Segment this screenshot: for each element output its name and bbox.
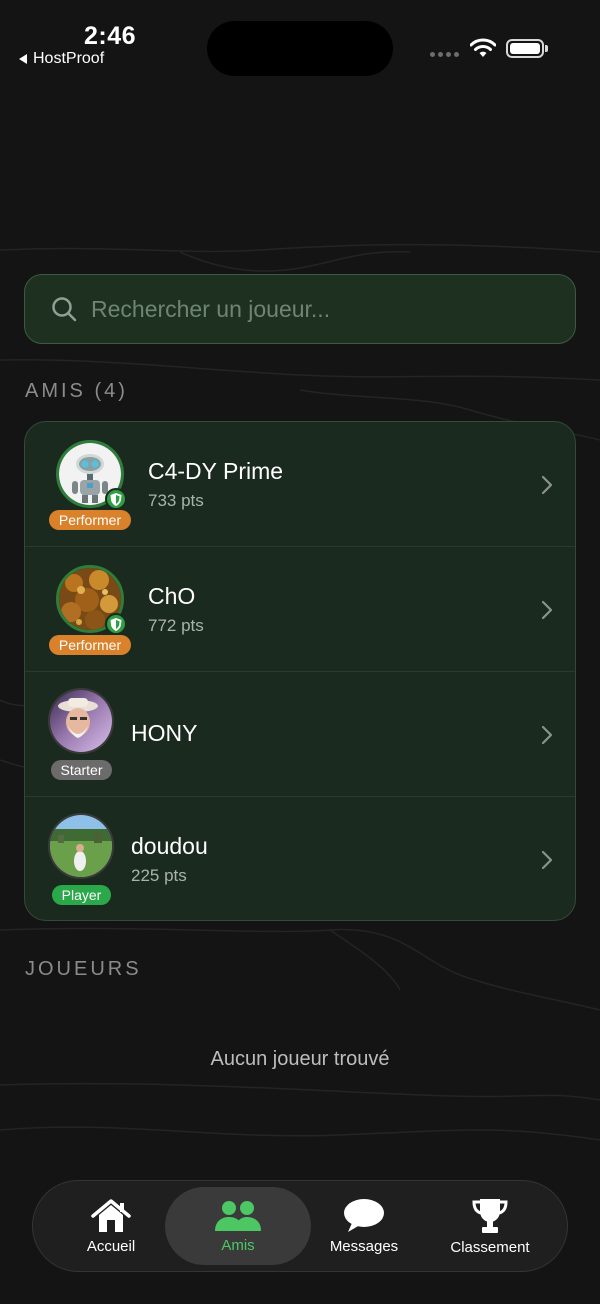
home-icon bbox=[91, 1198, 131, 1232]
tier-badge: Performer bbox=[49, 510, 131, 530]
empty-players-message: Aucun joueur trouvé bbox=[210, 1048, 390, 1070]
battery-cap bbox=[545, 45, 548, 52]
tab-accueil[interactable]: Accueil bbox=[71, 1187, 151, 1265]
chevron-right-icon bbox=[541, 600, 553, 620]
friends-icon bbox=[215, 1200, 261, 1231]
status-bar: 2:46 HostProof bbox=[0, 0, 600, 90]
back-arrow-icon bbox=[19, 54, 27, 64]
chat-bubble-icon bbox=[344, 1198, 384, 1232]
tab-bar: Accueil Amis Messages Classement bbox=[32, 1180, 568, 1272]
chevron-right-icon bbox=[541, 475, 553, 495]
tab-label: Accueil bbox=[86, 1237, 136, 1255]
tab-messages[interactable]: Messages bbox=[321, 1187, 407, 1265]
battery-icon bbox=[506, 39, 544, 58]
friends-screen: 2:46 HostProof AMIS (4) bbox=[0, 0, 600, 1304]
verified-shield-icon bbox=[105, 488, 127, 510]
friend-row-doudou[interactable]: Player doudou 225 pts bbox=[25, 797, 575, 920]
players-section-title: JOUEURS bbox=[25, 958, 142, 980]
friends-list: Performer C4-DY Prime 733 pts Performer … bbox=[24, 421, 576, 921]
friend-row-hony[interactable]: Starter HONY bbox=[25, 672, 575, 797]
trophy-icon bbox=[472, 1198, 508, 1233]
search-input[interactable] bbox=[91, 295, 575, 323]
back-to-app-link[interactable]: HostProof bbox=[19, 50, 104, 68]
tab-label: Amis bbox=[221, 1236, 255, 1254]
friend-row-cho[interactable]: Performer ChO 772 pts bbox=[25, 547, 575, 672]
tier-badge: Player bbox=[52, 885, 111, 905]
tab-amis[interactable]: Amis bbox=[165, 1187, 311, 1265]
chevron-right-icon bbox=[541, 850, 553, 870]
friend-points: 772 pts bbox=[148, 616, 204, 635]
friend-points: 225 pts bbox=[131, 866, 187, 885]
tab-label: Classement bbox=[450, 1238, 530, 1256]
friend-row-c4dy-prime[interactable]: Performer C4-DY Prime 733 pts bbox=[25, 422, 575, 547]
friend-points: 733 pts bbox=[148, 491, 204, 510]
verified-shield-icon bbox=[105, 613, 127, 635]
status-time: 2:46 bbox=[84, 22, 137, 50]
friend-name: HONY bbox=[131, 720, 198, 746]
chevron-right-icon bbox=[541, 725, 553, 745]
tab-label: Messages bbox=[329, 1237, 399, 1255]
tier-badge: Starter bbox=[51, 760, 112, 780]
cellular-signal-icon bbox=[430, 52, 459, 57]
avatar bbox=[48, 813, 114, 879]
friend-name: ChO bbox=[148, 583, 196, 609]
search-bar[interactable] bbox=[24, 274, 576, 344]
avatar bbox=[48, 688, 114, 754]
friend-name: C4-DY Prime bbox=[148, 458, 284, 484]
tab-classement[interactable]: Classement bbox=[439, 1187, 541, 1265]
friend-name: doudou bbox=[131, 833, 208, 859]
search-icon bbox=[52, 297, 77, 322]
dynamic-island bbox=[207, 21, 393, 76]
wifi-icon bbox=[470, 38, 496, 57]
friends-section-title: AMIS (4) bbox=[25, 380, 128, 402]
back-app-label: HostProof bbox=[33, 50, 105, 67]
tier-badge: Performer bbox=[49, 635, 131, 655]
